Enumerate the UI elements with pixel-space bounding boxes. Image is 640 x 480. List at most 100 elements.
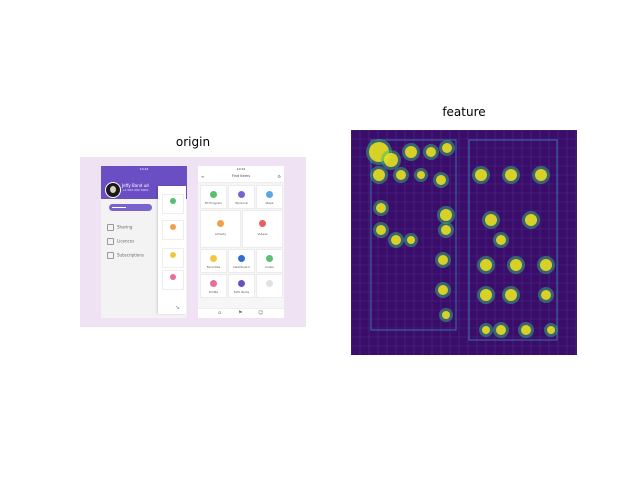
grid-tile[interactable]: Workout: [228, 185, 255, 209]
tile-label: Fit Program: [204, 201, 223, 205]
activation-blob: [373, 169, 385, 181]
tile-label: Workout: [235, 201, 248, 205]
origin-title: origin: [175, 135, 211, 149]
activation-blob: [496, 325, 506, 335]
activation-blob: [535, 169, 547, 181]
peek-card: [162, 270, 184, 290]
tile-label: Maps: [265, 201, 274, 205]
app-icon: [170, 252, 176, 258]
grid-tile[interactable]: Favorites: [200, 249, 227, 273]
menu-item-label: Sharing: [117, 224, 133, 230]
selected-menu-pill[interactable]: [109, 204, 152, 211]
activation-blob: [547, 326, 555, 334]
activation-blob: [436, 175, 446, 185]
clock-icon: [107, 252, 114, 259]
phone-grid-screen: 10:24 ≡ Find Items ⚙ Fit Program Workout…: [198, 166, 284, 318]
activation-blob: [442, 143, 452, 153]
feature-heatmap: [351, 130, 577, 355]
app-icon: [210, 191, 217, 198]
tab-profile-icon[interactable]: ☺: [258, 310, 263, 316]
activation-blob: [525, 214, 537, 226]
tile-label: Videos: [257, 232, 268, 236]
activation-blob: [376, 203, 386, 213]
activation-blob: [505, 289, 517, 301]
activation-blob: [396, 170, 406, 180]
peek-card: [162, 248, 184, 268]
grid-tile[interactable]: Goals: [256, 249, 283, 273]
activation-blob: [417, 171, 425, 179]
underlying-screen-peek: ↘: [158, 186, 186, 314]
activation-blob: [426, 147, 436, 157]
tile-label: Favorites: [206, 265, 221, 269]
app-icon: [238, 280, 245, 287]
feature-map-image: [351, 130, 577, 355]
app-icon: [238, 191, 245, 198]
menu-item-sharing[interactable]: Sharing: [107, 224, 132, 231]
activation-blob: [521, 325, 531, 335]
phone-drawer-screen: 10:24 Jeffy Band ud +1 000 000 0000 Shar…: [101, 166, 187, 318]
tile-label: Goals: [265, 265, 274, 269]
top-bar: 10:24 ≡ Find Items ⚙: [198, 166, 284, 183]
profile-subtitle: +1 000 000 0000: [122, 188, 149, 192]
app-icon: [210, 280, 217, 287]
activation-blob: [510, 259, 522, 271]
grid-tile[interactable]: Dashboard: [228, 249, 255, 273]
tab-home-icon[interactable]: ⌂: [218, 310, 221, 316]
app-icon: [238, 255, 245, 262]
grid-tile[interactable]: Profile: [200, 274, 227, 298]
peek-card: [162, 220, 184, 240]
activation-blob: [496, 235, 506, 245]
peek-card: [162, 194, 184, 214]
avatar[interactable]: [105, 182, 121, 198]
app-icon: [266, 280, 273, 287]
tile-label: Activity: [214, 232, 227, 236]
app-icon: [170, 274, 176, 280]
menu-item-label: Licences: [117, 238, 135, 244]
app-icon: [259, 220, 266, 227]
tile-label: Dashboard: [233, 265, 250, 269]
activation-blob: [407, 236, 415, 244]
menu-item-subscriptions[interactable]: Subscriptions: [107, 252, 144, 259]
app-icon: [210, 255, 217, 262]
collapse-icon[interactable]: ↘: [175, 304, 180, 311]
status-bar: 10:24: [139, 167, 149, 171]
menu-item-licences[interactable]: Licences: [107, 238, 134, 245]
activation-blob: [384, 153, 398, 167]
feature-title: feature: [442, 105, 486, 119]
grid-tile[interactable]: Activity: [200, 210, 241, 248]
activation-blob: [482, 326, 490, 334]
app-icon: [170, 224, 176, 230]
activation-blob: [441, 225, 451, 235]
activation-blob: [438, 255, 448, 265]
grid-tile[interactable]: Fit Program: [200, 185, 227, 209]
activation-blob: [541, 290, 551, 300]
activation-blob: [391, 235, 401, 245]
share-icon: [107, 224, 114, 231]
bottom-tab-bar: ⌂ ⚑ ☺: [198, 308, 284, 318]
activation-blob: [438, 285, 448, 295]
grid-tile[interactable]: Videos: [242, 210, 283, 248]
status-bar: 10:24: [236, 167, 246, 171]
lock-icon: [107, 238, 114, 245]
screen-title: Find Items: [231, 174, 251, 178]
settings-icon[interactable]: ⚙: [277, 174, 281, 179]
activation-blob: [480, 259, 492, 271]
origin-image: 10:24 Jeffy Band ud +1 000 000 0000 Shar…: [80, 157, 306, 327]
activation-blob: [480, 289, 492, 301]
menu-item-label: Subscriptions: [117, 252, 144, 258]
activation-blob: [440, 209, 452, 221]
activation-blob: [475, 169, 487, 181]
app-icon: [266, 255, 273, 262]
activation-blob: [376, 225, 386, 235]
grid-tile[interactable]: [256, 274, 283, 298]
app-icon: [170, 198, 176, 204]
activation-blob: [505, 169, 517, 181]
activation-blob: [485, 214, 497, 226]
grid-tile[interactable]: Maps: [256, 185, 283, 209]
grid-tile[interactable]: SOS Items: [228, 274, 255, 298]
tab-bookmark-icon[interactable]: ⚑: [238, 310, 242, 316]
activation-blob: [540, 259, 552, 271]
activation-blob: [442, 311, 450, 319]
tile-label: SOS Items: [233, 290, 250, 294]
activation-blob: [405, 146, 417, 158]
